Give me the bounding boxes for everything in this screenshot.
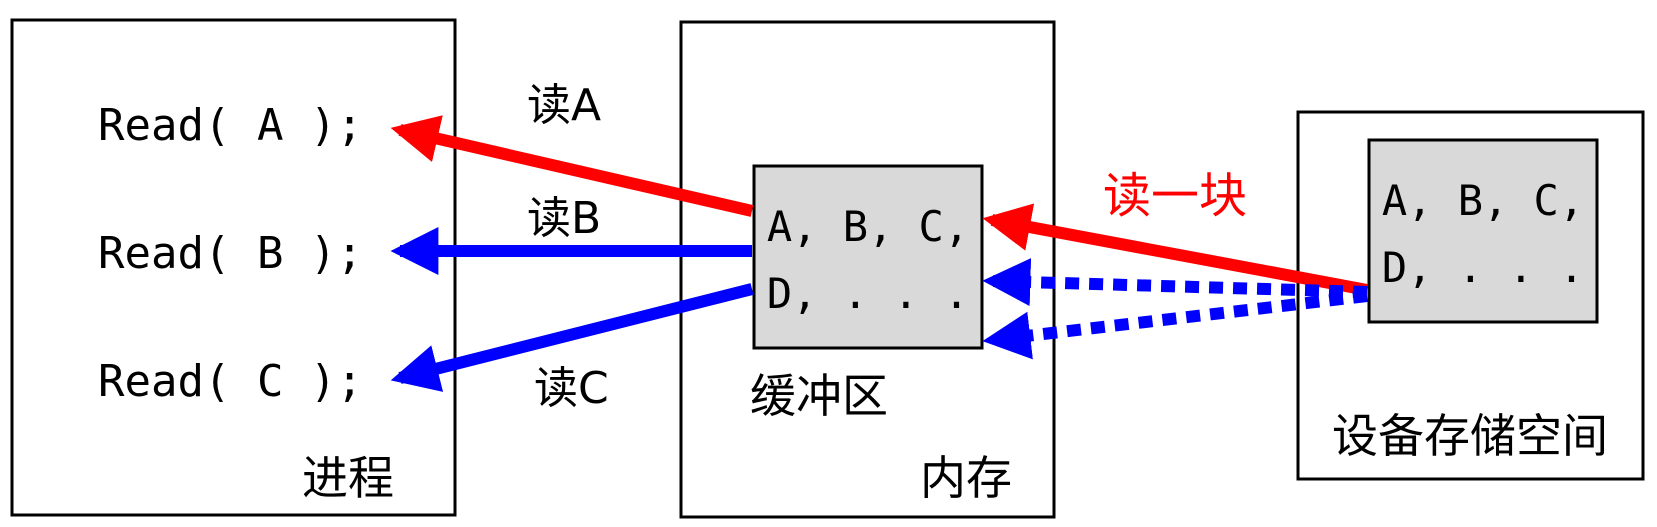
buffer-box <box>752 164 984 350</box>
label-read-a: 读A <box>527 80 601 131</box>
memory-label: 内存 <box>920 451 1012 505</box>
read-a-call: Read( A ); <box>98 100 363 151</box>
device-content-line2: D, . . . <box>1382 243 1584 292</box>
label-read-block: 读一块 <box>1103 168 1247 224</box>
buffer-content-line1: A, B, C, <box>767 202 969 251</box>
label-read-b: 读B <box>527 193 601 244</box>
io-buffer-diagram: Read( A ); Read( B ); Read( C ); 进程 A, B… <box>10 18 1645 519</box>
buffer-label: 缓冲区 <box>750 369 888 423</box>
read-b-call: Read( B ); <box>98 228 363 279</box>
buffer-content-line2: D, . . . <box>767 269 969 318</box>
device-content-line1: A, B, C, <box>1382 176 1584 225</box>
device-label: 设备存储空间 <box>1332 409 1608 463</box>
process-label: 进程 <box>302 451 394 505</box>
read-c-call: Read( C ); <box>98 356 363 407</box>
device-block-box <box>1367 138 1599 324</box>
label-read-c: 读C <box>534 363 609 414</box>
